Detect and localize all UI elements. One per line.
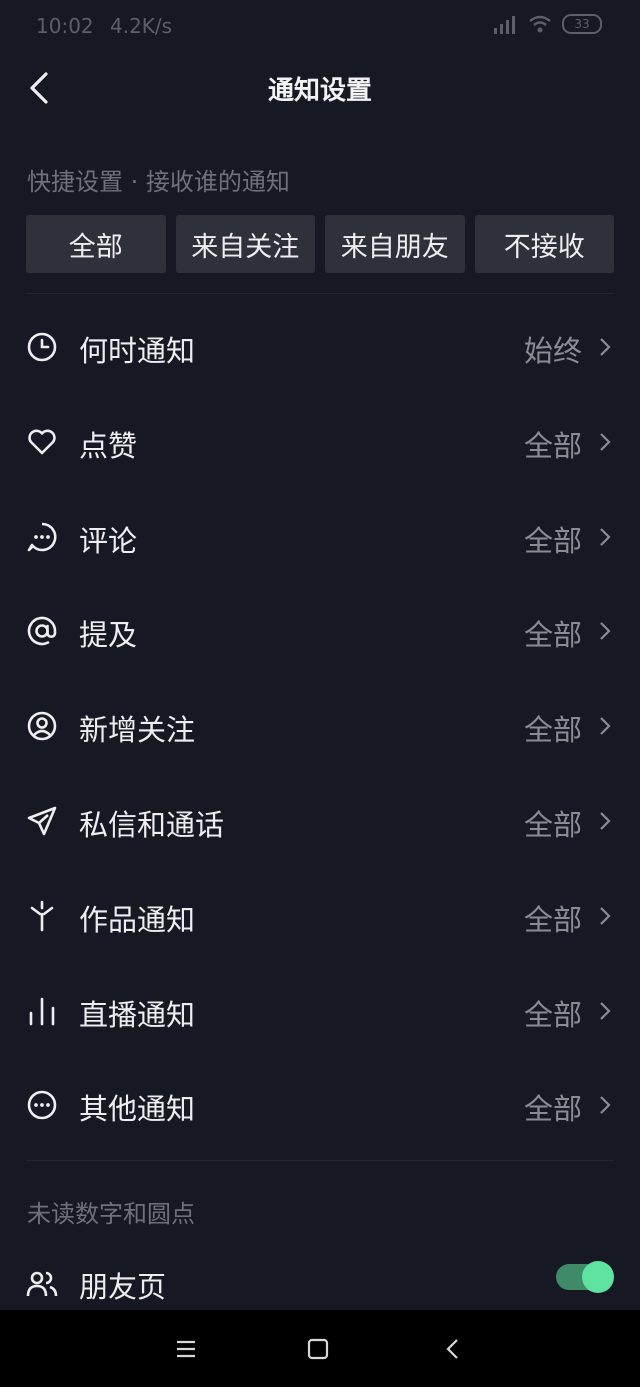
item-value: 始终 <box>523 334 582 368</box>
wifi-icon <box>529 15 551 33</box>
chevron-right-icon <box>600 338 611 356</box>
status-bar: 10:02 4.2K/s 33 <box>0 0 640 52</box>
quick-settings-group: 全部 来自关注 来自朋友 不接收 <box>26 215 614 273</box>
home-icon[interactable] <box>303 1334 333 1364</box>
chevron-right-icon <box>600 907 611 925</box>
status-time: 10:02 <box>36 14 94 38</box>
notification-list: 何时通知 始终 点赞 全部 评论 全部 提及 全部 新增关注 全部 私信和通话 … <box>0 300 640 1153</box>
list-item-others[interactable]: 其他通知 全部 <box>0 1058 640 1153</box>
list-item-mentions[interactable]: 提及 全部 <box>0 584 640 679</box>
chevron-right-icon <box>600 622 611 641</box>
list-item-works[interactable]: 作品通知 全部 <box>0 869 640 964</box>
item-label: 评论 <box>79 523 138 558</box>
chevron-right-icon <box>600 433 611 451</box>
list-item-friends-page: 朋友页 <box>0 1248 640 1310</box>
item-value: 全部 <box>523 523 582 558</box>
live-bars-icon <box>29 997 55 1025</box>
chevron-right-icon <box>600 1096 611 1115</box>
item-value: 全部 <box>523 807 582 842</box>
item-label: 直播通知 <box>79 997 196 1032</box>
item-label: 私信和通话 <box>79 807 225 842</box>
chevron-right-icon <box>600 717 611 735</box>
network-speed: 4.2K/s <box>110 14 173 38</box>
item-value: 全部 <box>523 902 582 937</box>
item-value: 全部 <box>523 713 582 748</box>
quick-option-none[interactable]: 不接收 <box>474 215 614 273</box>
list-item-live[interactable]: 直播通知 全部 <box>0 964 640 1059</box>
battery-icon: 33 <box>562 14 602 34</box>
page-title: 通知设置 <box>267 76 372 106</box>
list-item-new-followers[interactable]: 新增关注 全部 <box>0 679 640 774</box>
chevron-right-icon <box>600 1001 611 1020</box>
status-icons: 33 <box>492 14 602 34</box>
system-nav-bar <box>0 1310 640 1387</box>
quick-option-following[interactable]: 来自关注 <box>175 215 315 273</box>
item-label: 新增关注 <box>79 713 196 748</box>
list-item-messages-calls[interactable]: 私信和通话 全部 <box>0 774 640 869</box>
divider <box>26 1160 614 1161</box>
menu-icon[interactable] <box>171 1334 201 1364</box>
item-label: 提及 <box>79 618 138 653</box>
chevron-right-icon <box>600 812 611 830</box>
comment-icon <box>27 522 57 551</box>
chevron-right-icon <box>600 527 611 546</box>
item-label: 朋友页 <box>79 1270 167 1304</box>
item-label: 点赞 <box>79 428 138 463</box>
friends-page-toggle[interactable] <box>556 1261 614 1293</box>
heart-icon <box>28 429 56 455</box>
send-icon <box>27 806 57 836</box>
list-item-when-notify[interactable]: 何时通知 始终 <box>0 300 640 395</box>
item-label: 何时通知 <box>79 334 196 368</box>
friends-icon <box>26 1271 58 1297</box>
item-value: 全部 <box>523 997 582 1032</box>
item-value: 全部 <box>523 428 582 463</box>
item-value: 全部 <box>523 618 582 653</box>
list-item-comments[interactable]: 评论 全部 <box>0 490 640 585</box>
quick-option-all[interactable]: 全部 <box>26 215 166 273</box>
more-circle-icon <box>27 1091 57 1120</box>
divider <box>26 293 614 294</box>
back-icon[interactable] <box>438 1334 468 1364</box>
quick-option-friends[interactable]: 来自朋友 <box>325 215 465 273</box>
toggle-knob <box>582 1261 614 1293</box>
signal-icon <box>494 16 515 34</box>
unread-section-label: 未读数字和圆点 <box>27 1200 195 1228</box>
at-icon <box>27 617 57 646</box>
list-item-likes[interactable]: 点赞 全部 <box>0 395 640 490</box>
item-label: 其他通知 <box>79 1092 196 1127</box>
sparkle-icon <box>30 900 54 932</box>
item-label: 作品通知 <box>79 902 196 937</box>
user-icon <box>27 711 57 741</box>
item-value: 全部 <box>523 1092 582 1127</box>
header: 通知设置 <box>0 52 640 124</box>
quick-settings-label: 快捷设置 · 接收谁的通知 <box>27 168 290 196</box>
clock-icon <box>27 332 57 362</box>
